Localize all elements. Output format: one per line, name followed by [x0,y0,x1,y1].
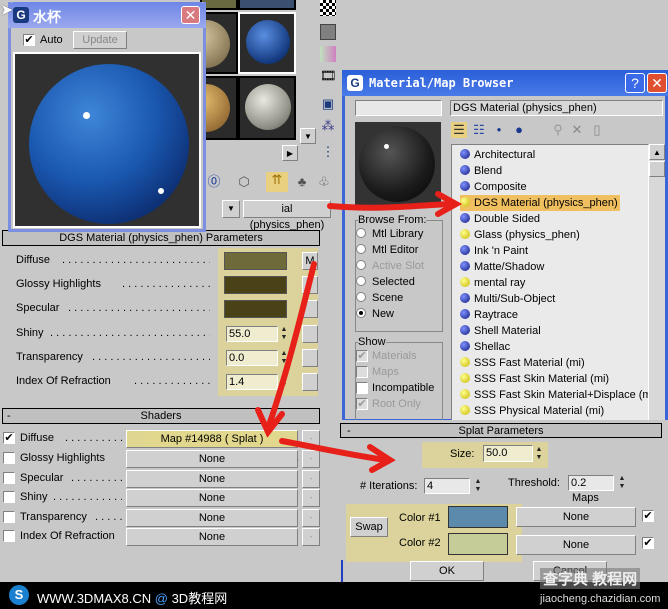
arrow-down-to-shaders [265,261,317,431]
annotation-arrows [255,191,463,473]
arrow-to-browser [327,201,453,211]
mouse-cursor-icon: ➤ [0,2,14,19]
